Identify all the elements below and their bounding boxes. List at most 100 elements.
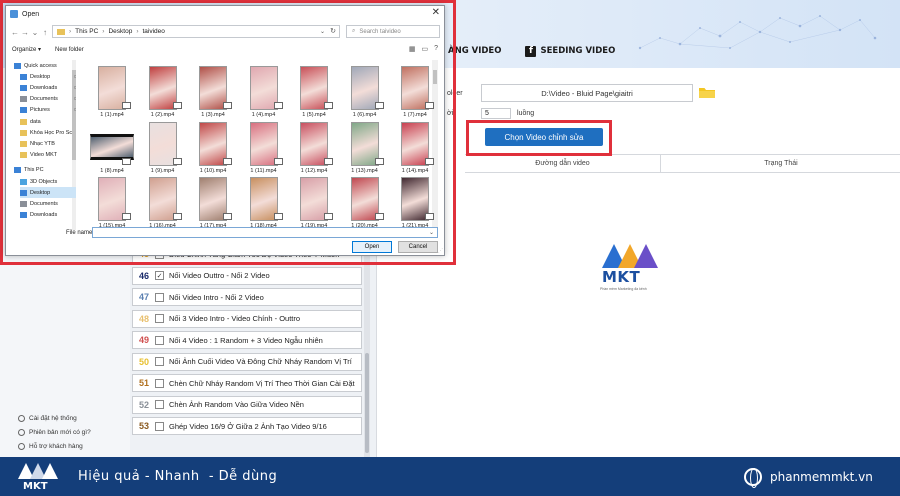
nav-item[interactable]: Documents <box>20 198 58 209</box>
tab-seeding-video-label: SEEDING VIDEO <box>540 46 616 56</box>
nav-item[interactable]: Pictures ⊳ <box>20 105 76 116</box>
resize-grip-icon[interactable]: ⋰ <box>438 248 443 254</box>
nav-item[interactable]: Documents ⊳ <box>20 94 76 105</box>
nav-item[interactable]: 3D Objects <box>20 176 57 187</box>
feature-item[interactable]: 46 ✓ Nối Video Outtro - Nối 2 Video <box>132 266 362 285</box>
mkt-logo: MKT Phần mềm Marketing đa kênh <box>598 238 662 294</box>
thread-count-input[interactable]: 5 <box>481 108 511 119</box>
file-item[interactable]: 1 (12).mp4 <box>290 120 338 178</box>
file-item[interactable]: 1 (1).mp4 <box>88 64 136 122</box>
feature-list-scrollbar[interactable] <box>364 253 370 457</box>
up-arrow-icon[interactable]: ↑ <box>40 28 50 37</box>
file-item[interactable]: 1 (11).mp4 <box>240 120 288 178</box>
chevron-down-icon[interactable]: ⌄ <box>30 28 40 37</box>
help-icon[interactable]: ? <box>434 45 438 53</box>
breadcrumb-this-pc[interactable]: This PC <box>75 28 98 35</box>
refresh-icon[interactable]: ↻ <box>330 27 336 35</box>
sidebar-link-whats-new[interactable]: Phiên bản mới có gì? <box>18 425 91 439</box>
file-item[interactable]: 1 (10).mp4 <box>189 120 237 178</box>
open-button[interactable]: Open <box>352 241 392 253</box>
feature-item[interactable]: 50 Nối Ảnh Cuối Video Và Đông Chữ Nháy Ra… <box>132 352 362 371</box>
file-name: 1 (2).mp4 <box>150 112 175 118</box>
sidebar-link-support[interactable]: Hỗ trợ khách hàng <box>18 439 91 453</box>
sidebar-link-label: Phiên bản mới có gì? <box>29 428 91 436</box>
tab-seeding-video[interactable]: f SEEDING VIDEO <box>517 40 623 62</box>
feature-item[interactable]: 53 Ghép Video 16/9 Ở Giữa 2 Ảnh Tạo Video… <box>132 417 362 435</box>
nav-item[interactable]: Khóa Học Pro Sc <box>20 127 72 138</box>
video-file-icon <box>425 157 434 165</box>
dialog-toolbar: Organize ▾ New folder ▦ ▭ ? <box>6 43 444 56</box>
website-link[interactable]: phanmemmkt.vn <box>770 470 873 484</box>
file-item[interactable]: 1 (2).mp4 <box>139 64 187 122</box>
breadcrumb-desktop[interactable]: Desktop <box>108 28 132 35</box>
file-item[interactable]: 1 (20).mp4 <box>341 175 389 230</box>
folder-path-input[interactable]: D:\Video - Bluid Page\giaitri <box>481 84 693 102</box>
file-name: 1 (10).mp4 <box>199 167 227 174</box>
view-options-icon[interactable]: ▦ <box>409 45 416 53</box>
file-item[interactable]: 1 (4).mp4 <box>240 64 288 122</box>
chevron-down-icon[interactable]: ⌄ <box>429 229 434 236</box>
feature-item[interactable]: 49 Nối 4 Video : 1 Random + 3 Video Ngẫu … <box>132 331 362 349</box>
file-item[interactable]: 1 (5).mp4 <box>290 64 338 122</box>
file-item[interactable]: 1 (14).mp4 <box>391 120 438 178</box>
file-item[interactable]: 1 (18).mp4 <box>240 175 288 230</box>
feature-checkbox[interactable] <box>155 335 164 345</box>
video-file-icon <box>273 157 283 165</box>
feature-checkbox[interactable] <box>155 357 164 366</box>
file-item[interactable]: 1 (17).mp4 <box>189 175 237 230</box>
feature-item[interactable]: 51 Chèn Chữ Nháy Random Vị Trí Theo Thời … <box>132 374 362 392</box>
scrollbar-thumb[interactable] <box>365 353 369 453</box>
nav-item-label: Desktop <box>30 73 51 80</box>
info-icon <box>18 428 25 436</box>
file-item[interactable]: 1 (19).mp4 <box>290 175 338 230</box>
cancel-button[interactable]: Cancel <box>398 241 438 253</box>
file-item[interactable]: 1 (8).mp4 <box>88 120 136 178</box>
video-table-header: Đường dẫn video Trạng Thái <box>465 154 900 173</box>
feature-checkbox[interactable] <box>155 378 164 388</box>
feature-checkbox[interactable] <box>155 421 164 431</box>
sidebar-link-settings[interactable]: Cài đặt hệ thống <box>18 411 91 425</box>
file-name: 1 (12).mp4 <box>300 167 328 174</box>
new-folder-button[interactable]: New folder <box>55 47 84 53</box>
nav-item[interactable]: This PC <box>14 165 44 176</box>
file-item[interactable]: 1 (3).mp4 <box>189 64 237 122</box>
preview-pane-icon[interactable]: ▭ <box>421 45 428 53</box>
nav-item[interactable]: Downloads <box>20 210 57 221</box>
file-item[interactable]: 1 (6).mp4 <box>341 64 389 122</box>
feature-item[interactable]: 48 Nối 3 Video Intro - Video Chính - Outt… <box>132 309 362 328</box>
file-name: 1 (11).mp4 <box>250 167 277 174</box>
nav-item[interactable]: Desktop ⊳ <box>20 71 76 82</box>
video-file-icon <box>223 102 232 109</box>
file-item[interactable]: 1 (9).mp4 <box>139 120 187 178</box>
feature-checkbox[interactable] <box>155 314 164 323</box>
nav-item[interactable]: data <box>20 116 41 127</box>
file-item[interactable]: 1 (13).mp4 <box>341 120 389 178</box>
address-bar[interactable]: › This PC › Desktop › taivideo ⌄ ↻ <box>52 25 340 38</box>
mkt-logo-tagline: Phần mềm Marketing đa kênh <box>600 287 647 291</box>
forward-arrow-icon[interactable]: → <box>20 28 30 37</box>
nav-item[interactable]: Downloads ⊳ <box>20 82 76 93</box>
feature-checkbox[interactable] <box>155 400 164 409</box>
close-icon[interactable]: ✕ <box>432 7 440 18</box>
breadcrumb-taivideo[interactable]: taivideo <box>143 28 165 35</box>
breadcrumb-separator: › <box>69 28 72 35</box>
feature-item[interactable]: 47 Nối Video Intro - Nối 2 Video <box>132 288 362 306</box>
file-item[interactable]: 1 (15).mp4 <box>88 175 136 230</box>
file-item[interactable]: 1 (21).mp4 <box>391 175 438 230</box>
organize-button[interactable]: Organize ▾ <box>12 46 41 53</box>
nav-item[interactable]: Quick access <box>14 60 57 71</box>
search-box[interactable]: ⌕ Search taivideo <box>346 25 440 38</box>
folder-icon[interactable] <box>699 87 715 99</box>
file-name-input[interactable]: ⌄ <box>92 227 438 238</box>
file-item[interactable]: 1 (16).mp4 <box>139 175 187 230</box>
feature-checkbox[interactable] <box>155 292 164 302</box>
feature-item[interactable]: 52 Chèn Ảnh Random Vào Giữa Video Nền <box>132 395 362 414</box>
chevron-down-icon[interactable]: ⌄ <box>320 28 325 35</box>
video-file-icon <box>374 102 384 109</box>
nav-item[interactable]: Video MKT <box>20 150 57 161</box>
file-item[interactable]: 1 (7).mp4 <box>391 64 438 122</box>
nav-item[interactable]: Nhạc YTB <box>20 138 55 149</box>
feature-checkbox[interactable]: ✓ <box>155 271 164 280</box>
back-arrow-icon[interactable]: ← <box>10 28 20 37</box>
nav-item[interactable]: Desktop <box>20 187 76 199</box>
